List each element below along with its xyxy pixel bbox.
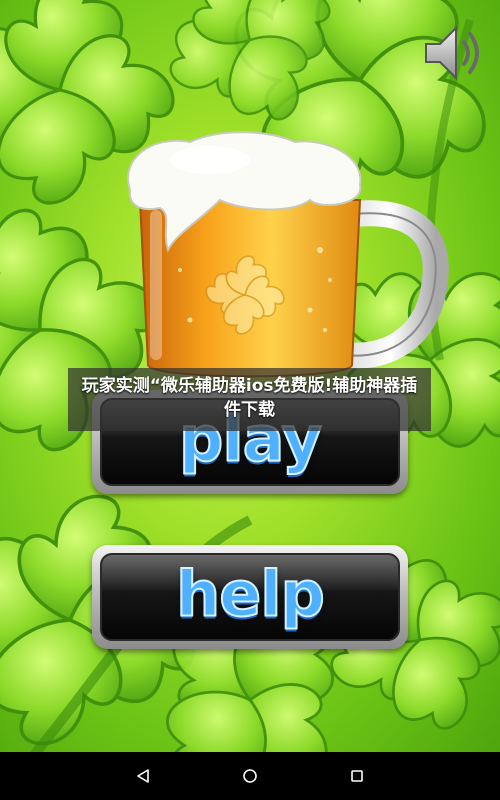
back-button[interactable] — [123, 756, 163, 796]
beer-mug-with-clover — [127, 131, 449, 378]
back-triangle-icon — [137, 769, 150, 783]
recents-square-icon — [350, 770, 363, 782]
home-button[interactable] — [230, 756, 270, 796]
title-banner: 玩家实测“微乐辅助器ios免费版!辅助神器插件下载 — [68, 368, 431, 431]
help-button-face: help — [100, 553, 400, 641]
help-button[interactable]: help — [92, 545, 408, 649]
help-button-label: help — [175, 557, 326, 632]
home-circle-icon — [243, 769, 257, 783]
navigation-bar — [0, 752, 500, 800]
game-screen: 玩家实测“微乐辅助器ios免费版!辅助神器插件下载 play help — [0, 0, 500, 752]
recents-button[interactable] — [337, 756, 377, 796]
speaker-volume-icon[interactable] — [422, 22, 486, 84]
